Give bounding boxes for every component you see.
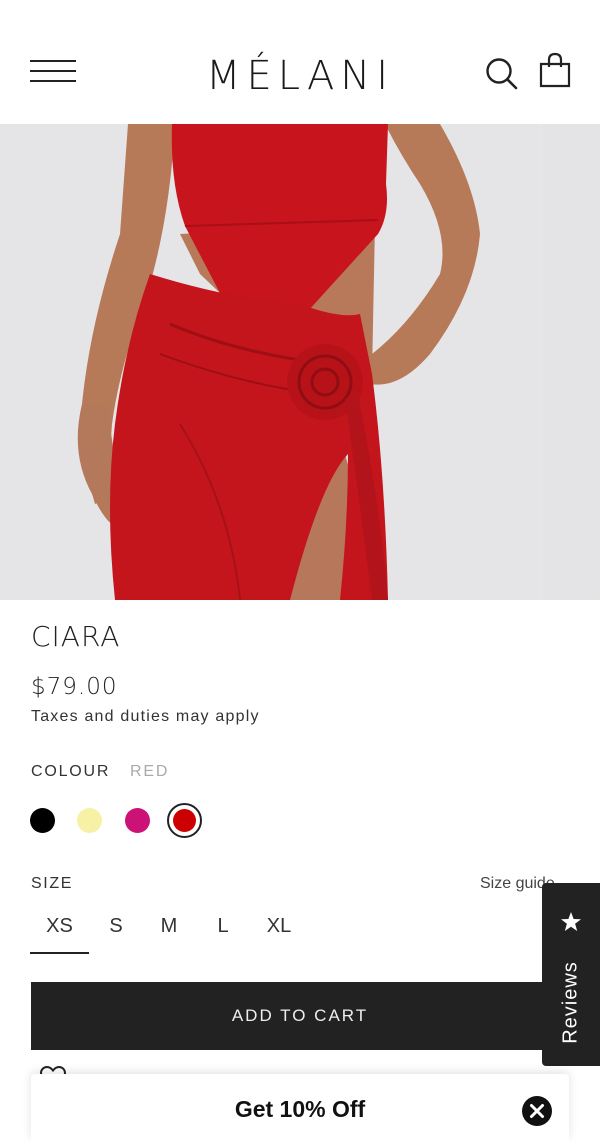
site-header: MÉLANI — [0, 0, 600, 124]
colour-label: COLOUR — [31, 763, 111, 780]
product-price: $79.00 — [31, 674, 118, 700]
promo-banner[interactable]: Get 10% Off — [31, 1074, 569, 1140]
product-image-gallery[interactable] — [0, 124, 600, 600]
size-option-xl[interactable]: XL — [263, 912, 295, 954]
swatch-black[interactable] — [30, 808, 55, 833]
reviews-tab[interactable]: Reviews — [542, 883, 600, 1066]
next-product-photo[interactable] — [543, 124, 600, 600]
product-title: CIARA — [31, 620, 121, 653]
size-option-l[interactable]: L — [211, 912, 235, 954]
swatch-lemon[interactable] — [77, 808, 102, 833]
close-icon[interactable] — [522, 1096, 552, 1126]
hamburger-menu-icon[interactable] — [30, 60, 78, 84]
star-icon — [561, 912, 581, 931]
swatch-magenta[interactable] — [125, 808, 150, 833]
add-to-cart-button[interactable]: ADD TO CART — [31, 982, 569, 1050]
swatch-red[interactable] — [167, 803, 202, 838]
size-option-s[interactable]: S — [102, 912, 130, 954]
size-option-m[interactable]: M — [154, 912, 184, 954]
promo-text[interactable]: Get 10% Off — [31, 1096, 569, 1123]
size-option-xs[interactable]: XS — [30, 912, 89, 954]
product-photo[interactable] — [0, 124, 539, 600]
brand-logo[interactable]: MÉLANI — [150, 54, 450, 98]
swatch-red-fill — [173, 809, 196, 832]
selected-colour: RED — [130, 763, 170, 780]
taxes-note: Taxes and duties may apply — [31, 708, 260, 725]
size-label: SIZE — [31, 875, 73, 892]
reviews-tab-label: Reviews — [559, 961, 582, 1044]
shopping-bag-icon[interactable] — [538, 52, 572, 88]
search-icon[interactable] — [484, 56, 518, 90]
